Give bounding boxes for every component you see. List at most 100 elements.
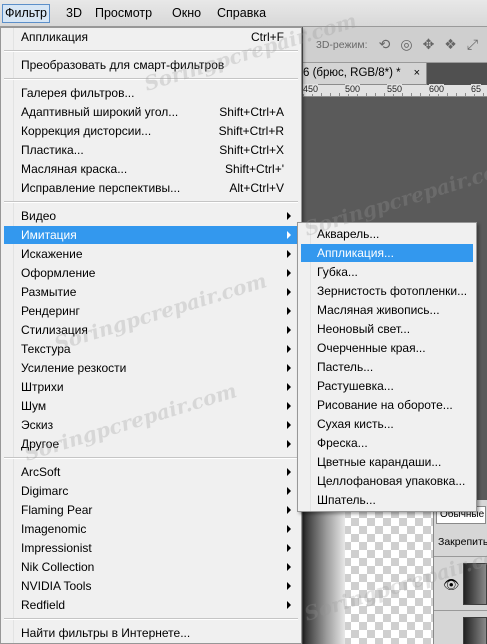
menu-separator bbox=[4, 618, 298, 620]
rotate-3d-icon[interactable]: ⟲ bbox=[375, 35, 394, 54]
menu-item-lens-correction[interactable]: Коррекция дисторсии... Shift+Ctrl+R bbox=[4, 122, 298, 140]
submenu-arrow-icon bbox=[287, 440, 291, 448]
menu-item-stylize[interactable]: Стилизация bbox=[4, 321, 298, 339]
menu-item-artistic[interactable]: Имитация bbox=[4, 226, 298, 244]
submenu-item-dry-brush[interactable]: Сухая кисть... bbox=[301, 415, 473, 433]
menu-item-distort[interactable]: Искажение bbox=[4, 245, 298, 263]
menu-item-redfield[interactable]: Redfield bbox=[4, 596, 298, 614]
layer-row[interactable] bbox=[434, 610, 487, 644]
submenu-arrow-icon bbox=[287, 364, 291, 372]
menu-item-arcsoft[interactable]: ArcSoft bbox=[4, 463, 298, 481]
menubar-filter[interactable]: Фильтр bbox=[2, 4, 50, 23]
ruler-label: 500 bbox=[345, 84, 361, 94]
submenu-item-cutout[interactable]: Аппликация... bbox=[301, 244, 473, 262]
submenu-arrow-icon bbox=[287, 307, 291, 315]
layer-thumbnail bbox=[463, 617, 487, 644]
submenu-item-neon-glow[interactable]: Неоновый свет... bbox=[301, 320, 473, 338]
submenu-arrow-icon bbox=[287, 525, 291, 533]
menu-item-vanishing-point[interactable]: Исправление перспективы... Alt+Ctrl+V bbox=[4, 179, 298, 197]
roll-3d-icon[interactable]: ◎ bbox=[397, 35, 416, 54]
submenu-arrow-icon bbox=[287, 563, 291, 571]
submenu-arrow-icon bbox=[287, 544, 291, 552]
menu-item-texture[interactable]: Текстура bbox=[4, 340, 298, 358]
menu-item-flaming-pear[interactable]: Flaming Pear bbox=[4, 501, 298, 519]
menu-item-sketch[interactable]: Эскиз bbox=[4, 416, 298, 434]
menubar-window[interactable]: Окно bbox=[169, 4, 204, 23]
ruler-label: 65 bbox=[471, 84, 482, 94]
menu-item-sharpen[interactable]: Усиление резкости bbox=[4, 359, 298, 377]
layers-panel: Обычные Закрепить: 👁 bbox=[433, 500, 487, 644]
menu-item-nvidia-tools[interactable]: NVIDIA Tools bbox=[4, 577, 298, 595]
submenu-arrow-icon bbox=[287, 421, 291, 429]
menubar-help[interactable]: Справка bbox=[214, 4, 269, 23]
menu-item-noise[interactable]: Шум bbox=[4, 397, 298, 415]
submenu-arrow-icon bbox=[287, 402, 291, 410]
tab-bar-empty bbox=[427, 63, 487, 85]
scale-3d-icon[interactable]: ⤢ bbox=[463, 35, 482, 54]
submenu-item-plastic-wrap[interactable]: Целлофановая упаковка... bbox=[301, 472, 473, 490]
menu-item-smart-filters[interactable]: Преобразовать для смарт-фильтров bbox=[4, 56, 298, 74]
filter-menu: Аппликация Ctrl+F Преобразовать для смар… bbox=[0, 27, 302, 644]
eye-icon[interactable]: 👁 bbox=[443, 577, 460, 593]
menubar-3d[interactable]: 3D bbox=[63, 4, 85, 23]
horizontal-ruler: 450 500 550 600 65 bbox=[303, 84, 487, 97]
options-bar: 3D-режим: ⟲ ◎ ✥ ❖ ⤢ bbox=[303, 27, 487, 63]
menu-separator bbox=[4, 457, 298, 459]
submenu-arrow-icon bbox=[287, 212, 291, 220]
layer-thumbnail bbox=[463, 563, 487, 605]
slide-3d-icon[interactable]: ❖ bbox=[441, 35, 460, 54]
submenu-item-fresco[interactable]: Фреска... bbox=[301, 434, 473, 452]
ruler-label: 550 bbox=[387, 84, 403, 94]
menu-item-nik-collection[interactable]: Nik Collection bbox=[4, 558, 298, 576]
menu-separator bbox=[4, 78, 298, 80]
submenu-arrow-icon bbox=[287, 326, 291, 334]
submenu-item-watercolor[interactable]: Акварель... bbox=[301, 225, 473, 243]
menu-item-render[interactable]: Рендеринг bbox=[4, 302, 298, 320]
submenu-arrow-icon bbox=[287, 383, 291, 391]
menu-separator bbox=[4, 50, 298, 52]
submenu-item-rough-pastels[interactable]: Пастель... bbox=[301, 358, 473, 376]
menubar-view[interactable]: Просмотр bbox=[92, 4, 155, 23]
menu-item-adaptive-wide-angle[interactable]: Адаптивный широкий угол... Shift+Ctrl+A bbox=[4, 103, 298, 121]
submenu-arrow-icon bbox=[287, 487, 291, 495]
menu-item-other[interactable]: Другое bbox=[4, 435, 298, 453]
ruler-label: 450 bbox=[303, 84, 319, 94]
menu-item-imagenomic[interactable]: Imagenomic bbox=[4, 520, 298, 538]
menu-item-apply-last[interactable]: Аппликация Ctrl+F bbox=[4, 28, 298, 46]
menu-item-digimarc[interactable]: Digimarc bbox=[4, 482, 298, 500]
submenu-item-underpainting[interactable]: Рисование на обороте... bbox=[301, 396, 473, 414]
menu-item-pixelate[interactable]: Оформление bbox=[4, 264, 298, 282]
document-tab-title: 6 (брюс, RGB/8*) * bbox=[303, 67, 401, 79]
submenu-item-paint-daubs[interactable]: Масляная живопись... bbox=[301, 301, 473, 319]
lock-label: Закрепить: bbox=[438, 536, 487, 548]
submenu-arrow-icon bbox=[287, 250, 291, 258]
menu-item-blur[interactable]: Размытие bbox=[4, 283, 298, 301]
pan-3d-icon[interactable]: ✥ bbox=[419, 35, 438, 54]
submenu-item-palette-knife[interactable]: Шпатель... bbox=[301, 491, 473, 509]
menu-item-video[interactable]: Видео bbox=[4, 207, 298, 225]
close-icon[interactable]: × bbox=[414, 63, 420, 84]
menu-item-impressionist[interactable]: Impressionist bbox=[4, 539, 298, 557]
submenu-arrow-icon bbox=[287, 288, 291, 296]
menu-item-brush-strokes[interactable]: Штрихи bbox=[4, 378, 298, 396]
layer-row[interactable]: 👁 bbox=[434, 556, 487, 610]
submenu-item-poster-edges[interactable]: Очерченные края... bbox=[301, 339, 473, 357]
submenu-arrow-icon bbox=[287, 582, 291, 590]
menu-separator bbox=[4, 201, 298, 203]
submenu-item-sponge[interactable]: Губка... bbox=[301, 263, 473, 281]
submenu-item-smudge-stick[interactable]: Растушевка... bbox=[301, 377, 473, 395]
submenu-item-film-grain[interactable]: Зернистость фотопленки... bbox=[301, 282, 473, 300]
document-tab[interactable]: 6 (брюс, RGB/8*) * × bbox=[303, 63, 427, 85]
3d-mode-label: 3D-режим: bbox=[316, 39, 368, 51]
submenu-arrow-icon bbox=[287, 601, 291, 609]
menu-item-filter-gallery[interactable]: Галерея фильтров... bbox=[4, 84, 298, 102]
image-sketch bbox=[303, 510, 345, 644]
submenu-arrow-icon bbox=[287, 468, 291, 476]
ruler-label: 600 bbox=[429, 84, 445, 94]
menu-item-browse-filters-online[interactable]: Найти фильтры в Интернете... bbox=[4, 624, 298, 642]
submenu-item-colored-pencil[interactable]: Цветные карандаши... bbox=[301, 453, 473, 471]
submenu-arrow-icon bbox=[287, 269, 291, 277]
menu-item-oil-paint[interactable]: Масляная краска... Shift+Ctrl+' bbox=[4, 160, 298, 178]
menu-item-liquify[interactable]: Пластика... Shift+Ctrl+X bbox=[4, 141, 298, 159]
submenu-arrow-icon bbox=[287, 231, 291, 239]
